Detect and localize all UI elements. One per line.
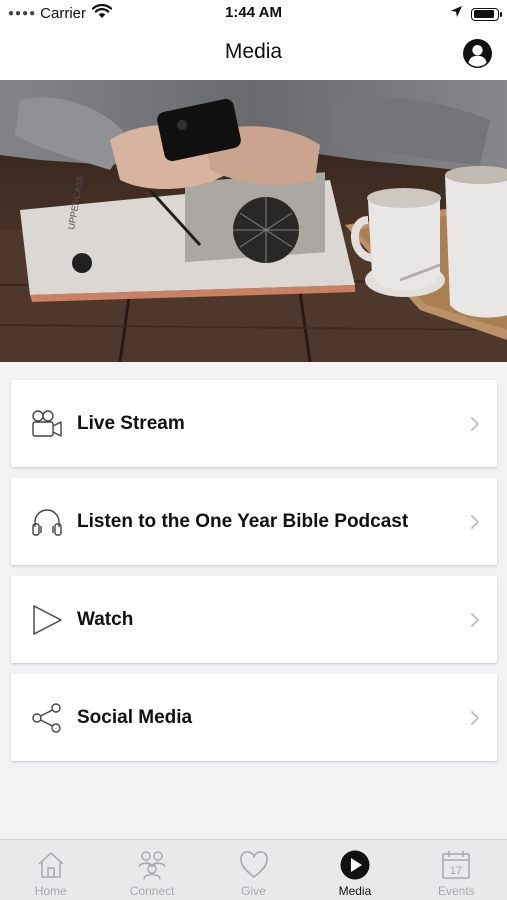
- chevron-right-icon: [470, 710, 480, 726]
- status-bar: ●●●● Carrier 1:44 AM: [0, 0, 507, 26]
- carrier-label: Carrier: [40, 5, 87, 22]
- hero-image: UPPERCASE: [0, 80, 507, 362]
- share-icon: [30, 701, 64, 735]
- signal-dots-icon: ●●●●: [8, 8, 37, 19]
- hero-photo-illustration: UPPERCASE: [0, 80, 507, 362]
- status-left: ●●●● Carrier: [8, 3, 113, 23]
- tab-label: Give: [241, 884, 266, 898]
- chevron-right-icon: [470, 612, 480, 628]
- menu-item-social-media[interactable]: Social Media: [11, 674, 497, 761]
- tab-bar: Home Connect Give Media 17 Events: [0, 839, 507, 900]
- tab-label: Connect: [129, 884, 175, 898]
- user-circle-icon[interactable]: [463, 39, 492, 68]
- battery-icon: [471, 7, 502, 21]
- chevron-right-icon: [470, 416, 480, 432]
- navigation-bar: Media: [0, 26, 507, 80]
- chevron-right-icon: [470, 514, 480, 530]
- home-icon: [34, 848, 68, 882]
- tab-give[interactable]: Give: [203, 840, 304, 900]
- tab-media[interactable]: Media: [304, 840, 405, 900]
- wifi-icon: [91, 3, 113, 23]
- video-camera-icon: [30, 407, 64, 441]
- people-icon: [135, 848, 169, 882]
- tab-connect[interactable]: Connect: [101, 840, 202, 900]
- menu-item-label: Live Stream: [77, 412, 185, 434]
- tab-label: Media: [338, 884, 372, 898]
- battery-level: [473, 10, 495, 18]
- location-arrow-icon: [450, 5, 463, 23]
- headphones-icon: [30, 505, 64, 539]
- menu-item-watch[interactable]: Watch: [11, 576, 497, 663]
- tab-home[interactable]: Home: [0, 840, 101, 900]
- menu-item-label: Listen to the One Year Bible Podcast: [77, 510, 409, 532]
- tab-label: Home: [34, 884, 67, 898]
- calendar-icon: 17: [439, 848, 473, 882]
- menu-item-live-stream[interactable]: Live Stream: [11, 380, 497, 467]
- page-title: Media: [224, 40, 283, 63]
- heart-icon: [237, 848, 271, 882]
- menu-item-label: Watch: [77, 608, 134, 630]
- play-circle-icon: [338, 848, 372, 882]
- menu-item-label: Social Media: [77, 706, 193, 728]
- calendar-day-text: 17: [450, 865, 462, 877]
- play-icon: [30, 603, 64, 637]
- media-menu-list: Live Stream Listen to the One Year Bible…: [11, 380, 497, 772]
- tab-events[interactable]: 17 Events: [406, 840, 507, 900]
- menu-item-podcast[interactable]: Listen to the One Year Bible Podcast: [11, 478, 497, 565]
- tab-label: Events: [437, 884, 475, 898]
- status-right: [450, 5, 502, 23]
